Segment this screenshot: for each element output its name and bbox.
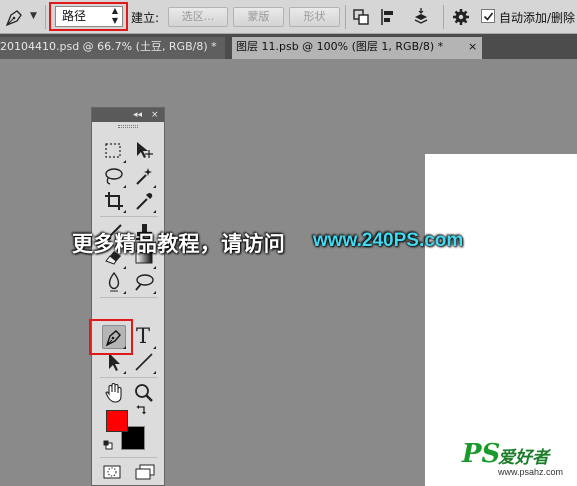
rectangular-marquee-icon[interactable] — [102, 139, 126, 163]
blur-icon[interactable] — [102, 270, 126, 294]
default-colors-icon[interactable] — [103, 440, 113, 450]
gear-icon[interactable] — [451, 7, 471, 27]
watermark-name: 爱好者 — [498, 448, 549, 468]
screen-mode-icon[interactable] — [134, 463, 156, 481]
lasso-icon[interactable] — [102, 164, 126, 188]
collapse-panel-icon[interactable]: ◂◂ — [133, 108, 142, 122]
tab-label: 20104410.psd @ 66.7% (土豆, RGB/8) * — [0, 40, 217, 53]
auto-add-delete-checkbox[interactable] — [481, 9, 495, 23]
path-alignment-icon[interactable] — [379, 7, 399, 27]
type-glyph: T — [136, 324, 151, 348]
watermark-logo: PS — [462, 439, 501, 469]
overlay-url: www.240PS.com — [313, 230, 464, 251]
panel-header[interactable]: ◂◂ × — [92, 108, 164, 122]
close-icon[interactable]: × — [468, 37, 477, 57]
watermark-url: www.psahz.com — [498, 467, 564, 477]
tab-label: 图层 11.psb @ 100% (图层 1, RGB/8) * — [236, 40, 444, 53]
magic-wand-icon[interactable] — [132, 164, 156, 188]
crop-icon[interactable] — [102, 189, 126, 213]
path-arrangement-icon[interactable] — [411, 7, 431, 27]
divider — [100, 457, 158, 458]
tab-document-2[interactable]: 图层 11.psb @ 100% (图层 1, RGB/8) * × — [232, 37, 482, 59]
zoom-icon[interactable] — [132, 381, 156, 405]
path-operations-icon[interactable] — [351, 7, 371, 27]
divider — [45, 5, 46, 29]
divider — [345, 5, 346, 29]
watermark: PS 爱好者 www.psahz.com — [462, 439, 577, 486]
make-mask-button[interactable]: 蒙版 — [233, 7, 284, 27]
dodge-icon[interactable] — [132, 270, 156, 294]
divider — [100, 377, 158, 378]
hand-icon[interactable] — [102, 381, 126, 405]
tab-document-1[interactable]: 20104410.psd @ 66.7% (土豆, RGB/8) * — [0, 37, 225, 59]
make-selection-button[interactable]: 选区... — [168, 7, 228, 27]
foreground-color-swatch[interactable] — [106, 410, 128, 432]
swap-colors-icon[interactable] — [136, 404, 148, 416]
pen-tool-highlight — [89, 319, 133, 355]
tool-mode-highlight — [49, 2, 128, 31]
document-tab-bar: 20104410.psd @ 66.7% (土豆, RGB/8) * 图层 11… — [0, 34, 577, 59]
tool-preset-dropdown-icon[interactable]: ▼ — [30, 11, 37, 21]
divider — [100, 297, 158, 298]
type-icon[interactable]: T — [132, 324, 156, 349]
document-canvas[interactable] — [425, 154, 577, 486]
options-bar: ▼ 路径 ▲ ▼ 建立: 选区... 蒙版 形状 自动添加/删除 — [0, 0, 577, 34]
build-label: 建立: — [131, 11, 160, 25]
move-icon[interactable] — [132, 139, 156, 163]
checkmark-icon — [483, 12, 494, 21]
close-icon[interactable]: × — [151, 108, 159, 122]
overlay-caption: 更多精品教程，请访问 — [72, 232, 285, 256]
panel-grip[interactable] — [118, 125, 138, 128]
quick-mask-icon[interactable] — [102, 463, 122, 481]
divider — [443, 5, 444, 29]
eyedropper-icon[interactable] — [132, 189, 156, 213]
divider — [100, 216, 158, 217]
make-shape-button[interactable]: 形状 — [289, 7, 340, 27]
pen-icon[interactable] — [4, 6, 26, 28]
auto-add-delete-label: 自动添加/删除 — [499, 11, 576, 25]
line-icon[interactable] — [132, 350, 156, 374]
